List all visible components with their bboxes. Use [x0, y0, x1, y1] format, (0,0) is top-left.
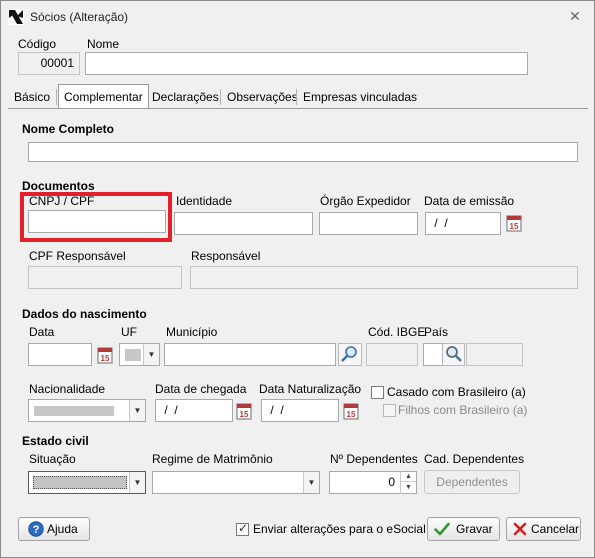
- casado-brasileiro-checkbox[interactable]: [371, 386, 384, 399]
- identidade-label: Identidade: [176, 194, 233, 208]
- cad-dependentes-label: Cad. Dependentes: [424, 452, 525, 466]
- app-logo-icon: [8, 9, 24, 25]
- filhos-brasileiro-label: Filhos com Brasileiro (a): [398, 403, 528, 417]
- orgao-expedidor-field[interactable]: [319, 212, 418, 235]
- svg-text:15: 15: [101, 354, 110, 363]
- check-icon: [434, 522, 450, 536]
- svg-text:15: 15: [347, 410, 356, 419]
- enviar-esocial-label: Enviar alterações para o eSocial: [253, 522, 426, 536]
- responsavel-field: [190, 266, 578, 289]
- close-icon[interactable]: ✕: [566, 7, 584, 25]
- tab-divider: [56, 89, 57, 105]
- pais-code-field[interactable]: [423, 343, 443, 366]
- gravar-button[interactable]: Gravar: [427, 517, 500, 541]
- redacted-situacao: [33, 476, 127, 489]
- calendar-icon[interactable]: 15: [343, 402, 359, 420]
- tab-empresas-vinculadas[interactable]: Empresas vinculadas: [297, 86, 423, 108]
- situacao-label: Situação: [29, 452, 76, 466]
- regime-matrimonio-label: Regime de Matrimônio: [152, 452, 273, 466]
- chevron-down-icon[interactable]: ▼: [129, 400, 145, 421]
- codigo-label: Código: [18, 37, 57, 51]
- ajuda-label: Ajuda: [47, 522, 78, 536]
- cpf-responsavel-label: CPF Responsável: [29, 249, 126, 263]
- redacted-uf: [125, 349, 141, 361]
- data-naturalizacao-field[interactable]: / /: [261, 399, 339, 422]
- enviar-esocial-checkbox[interactable]: ✓: [236, 521, 249, 536]
- help-icon: ?: [28, 521, 44, 537]
- window-title: Sócios (Alteração): [30, 10, 129, 24]
- tab-complementar[interactable]: Complementar: [58, 84, 149, 109]
- filhos-brasileiro-checkbox[interactable]: [383, 404, 396, 417]
- situacao-dropdown[interactable]: ▼: [28, 471, 146, 494]
- cod-ibge-field: [366, 343, 418, 366]
- cod-ibge-label: Cód. IBGE: [368, 325, 426, 339]
- uf-dropdown[interactable]: ▼: [119, 343, 160, 366]
- spin-up-icon[interactable]: ▲: [401, 471, 416, 482]
- data-nascimento-label: Data: [29, 325, 55, 339]
- dependentes-spinner[interactable]: ▲ ▼: [400, 471, 416, 494]
- tab-observacoes[interactable]: Observações: [221, 86, 304, 108]
- cancelar-label: Cancelar: [531, 522, 580, 536]
- calendar-icon[interactable]: 15: [236, 402, 252, 420]
- orgao-expedidor-label: Órgão Expedidor: [320, 194, 411, 208]
- nome-field[interactable]: [85, 52, 528, 75]
- search-icon[interactable]: [442, 343, 465, 366]
- n-dependentes-label: Nº Dependentes: [330, 452, 418, 466]
- casado-brasileiro-label: Casado com Brasileiro (a): [387, 385, 526, 399]
- tab-basico[interactable]: Básico: [8, 86, 56, 108]
- cpf-responsavel-field: [28, 266, 182, 289]
- chevron-down-icon[interactable]: ▼: [129, 472, 145, 493]
- tab-declaracoes[interactable]: Declarações: [146, 86, 225, 108]
- redacted-nacionalidade: [34, 406, 114, 416]
- search-icon[interactable]: [338, 343, 362, 366]
- cancelar-button[interactable]: Cancelar: [506, 517, 581, 541]
- nascimento-section-title: Dados do nascimento: [22, 307, 147, 321]
- pais-label: País: [424, 325, 449, 339]
- pais-name-field: [466, 343, 523, 366]
- calendar-icon[interactable]: 15: [506, 214, 522, 232]
- data-naturalizacao-label: Data Naturalização: [259, 382, 362, 396]
- cnpj-cpf-label: CNPJ / CPF: [29, 194, 95, 208]
- data-chegada-field[interactable]: / /: [155, 399, 233, 422]
- ajuda-button[interactable]: ? Ajuda: [18, 517, 90, 541]
- svg-text:15: 15: [510, 222, 519, 231]
- data-emissao-field[interactable]: / /: [425, 212, 501, 235]
- nome-completo-label: Nome Completo: [22, 122, 115, 136]
- chevron-down-icon[interactable]: ▼: [143, 344, 159, 365]
- identidade-field[interactable]: [174, 212, 313, 235]
- cnpj-cpf-field[interactable]: [28, 210, 166, 233]
- estado-civil-section-title: Estado civil: [22, 434, 89, 448]
- checkmark-icon: ✓: [238, 521, 249, 535]
- documentos-section-title: Documentos: [22, 179, 95, 193]
- chevron-down-icon[interactable]: ▼: [303, 472, 319, 493]
- svg-text:?: ?: [33, 524, 40, 536]
- nacionalidade-label: Nacionalidade: [29, 382, 106, 396]
- socios-alteracao-dialog: Sócios (Alteração) ✕ Código 00001 Nome B…: [0, 0, 595, 558]
- svg-text:15: 15: [240, 410, 249, 419]
- spin-down-icon[interactable]: ▼: [401, 482, 416, 493]
- gravar-label: Gravar: [456, 522, 493, 536]
- codigo-field: 00001: [18, 52, 80, 75]
- uf-label: UF: [121, 325, 137, 339]
- title-bar: Sócios (Alteração) ✕: [1, 1, 594, 31]
- cancel-x-icon: [513, 522, 527, 536]
- nacionalidade-dropdown[interactable]: ▼: [28, 399, 146, 422]
- data-emissao-label: Data de emissão: [424, 194, 515, 208]
- data-nascimento-field[interactable]: [28, 343, 92, 366]
- dependentes-button[interactable]: Dependentes: [424, 470, 520, 494]
- regime-matrimonio-dropdown[interactable]: ▼: [152, 471, 320, 494]
- calendar-icon[interactable]: 15: [97, 346, 113, 364]
- responsavel-label: Responsável: [191, 249, 261, 263]
- municipio-label: Município: [166, 325, 218, 339]
- nome-completo-field[interactable]: [28, 142, 578, 162]
- municipio-field[interactable]: [164, 343, 336, 366]
- nome-label: Nome: [87, 37, 120, 51]
- data-chegada-label: Data de chegada: [155, 382, 247, 396]
